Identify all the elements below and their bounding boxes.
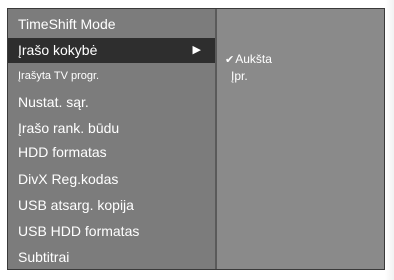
menu-item-hdd-format[interactable]: HDD formatas <box>8 140 215 165</box>
tv-osd-screen: TimeShift Mode Įrašo kokybė ▶ Įrašyta TV… <box>0 0 394 280</box>
menu-item-label: TimeShift Mode <box>18 16 116 32</box>
menu-item-label: Subtitrai <box>18 249 70 265</box>
option-normal-quality[interactable]: Įpr. <box>231 68 248 84</box>
menu-item-label: USB HDD formatas <box>18 223 140 239</box>
option-label: Aukšta <box>235 52 272 66</box>
submenu-arrow-icon: ▶ <box>192 44 201 56</box>
menu-item-label: Įrašo kokybė <box>18 42 98 58</box>
submenu-panel: ✔Aukšta Įpr. <box>217 9 384 269</box>
menu-item-record-quality[interactable]: Įrašo kokybė ▶ <box>8 38 215 63</box>
menu-item-divx-reg-code[interactable]: DivX Reg.kodas <box>8 167 215 192</box>
menu-item-recorded-tv[interactable]: Įrašyta TV progr. <box>8 64 215 89</box>
screen-edge <box>385 0 394 280</box>
option-label: Įpr. <box>231 69 248 83</box>
menu-list: TimeShift Mode Įrašo kokybė ▶ Įrašyta TV… <box>8 9 217 269</box>
menu-item-label: Nustat. sąr. <box>18 94 89 110</box>
menu-item-label: HDD formatas <box>18 144 107 160</box>
menu-item-manual-record[interactable]: Įrašo rank. būdu <box>8 116 215 141</box>
option-high-quality[interactable]: ✔Aukšta <box>225 51 272 67</box>
menu-item-label: Įrašyta TV progr. <box>18 70 100 82</box>
recording-settings-menu: TimeShift Mode Įrašo kokybė ▶ Įrašyta TV… <box>7 8 385 270</box>
menu-item-usb-backup[interactable]: USB atsarg. kopija <box>8 193 215 218</box>
menu-item-label: Įrašo rank. būdu <box>18 120 120 136</box>
menu-item-timeshift-mode[interactable]: TimeShift Mode <box>8 12 215 37</box>
menu-item-usb-hdd-format[interactable]: USB HDD formatas <box>8 219 215 244</box>
menu-item-subtitles[interactable]: Subtitrai <box>8 245 215 270</box>
menu-item-label: USB atsarg. kopija <box>18 197 134 213</box>
menu-item-schedule-list[interactable]: Nustat. sąr. <box>8 90 215 115</box>
menu-item-label: DivX Reg.kodas <box>18 171 119 187</box>
checkmark-icon: ✔ <box>225 54 235 66</box>
